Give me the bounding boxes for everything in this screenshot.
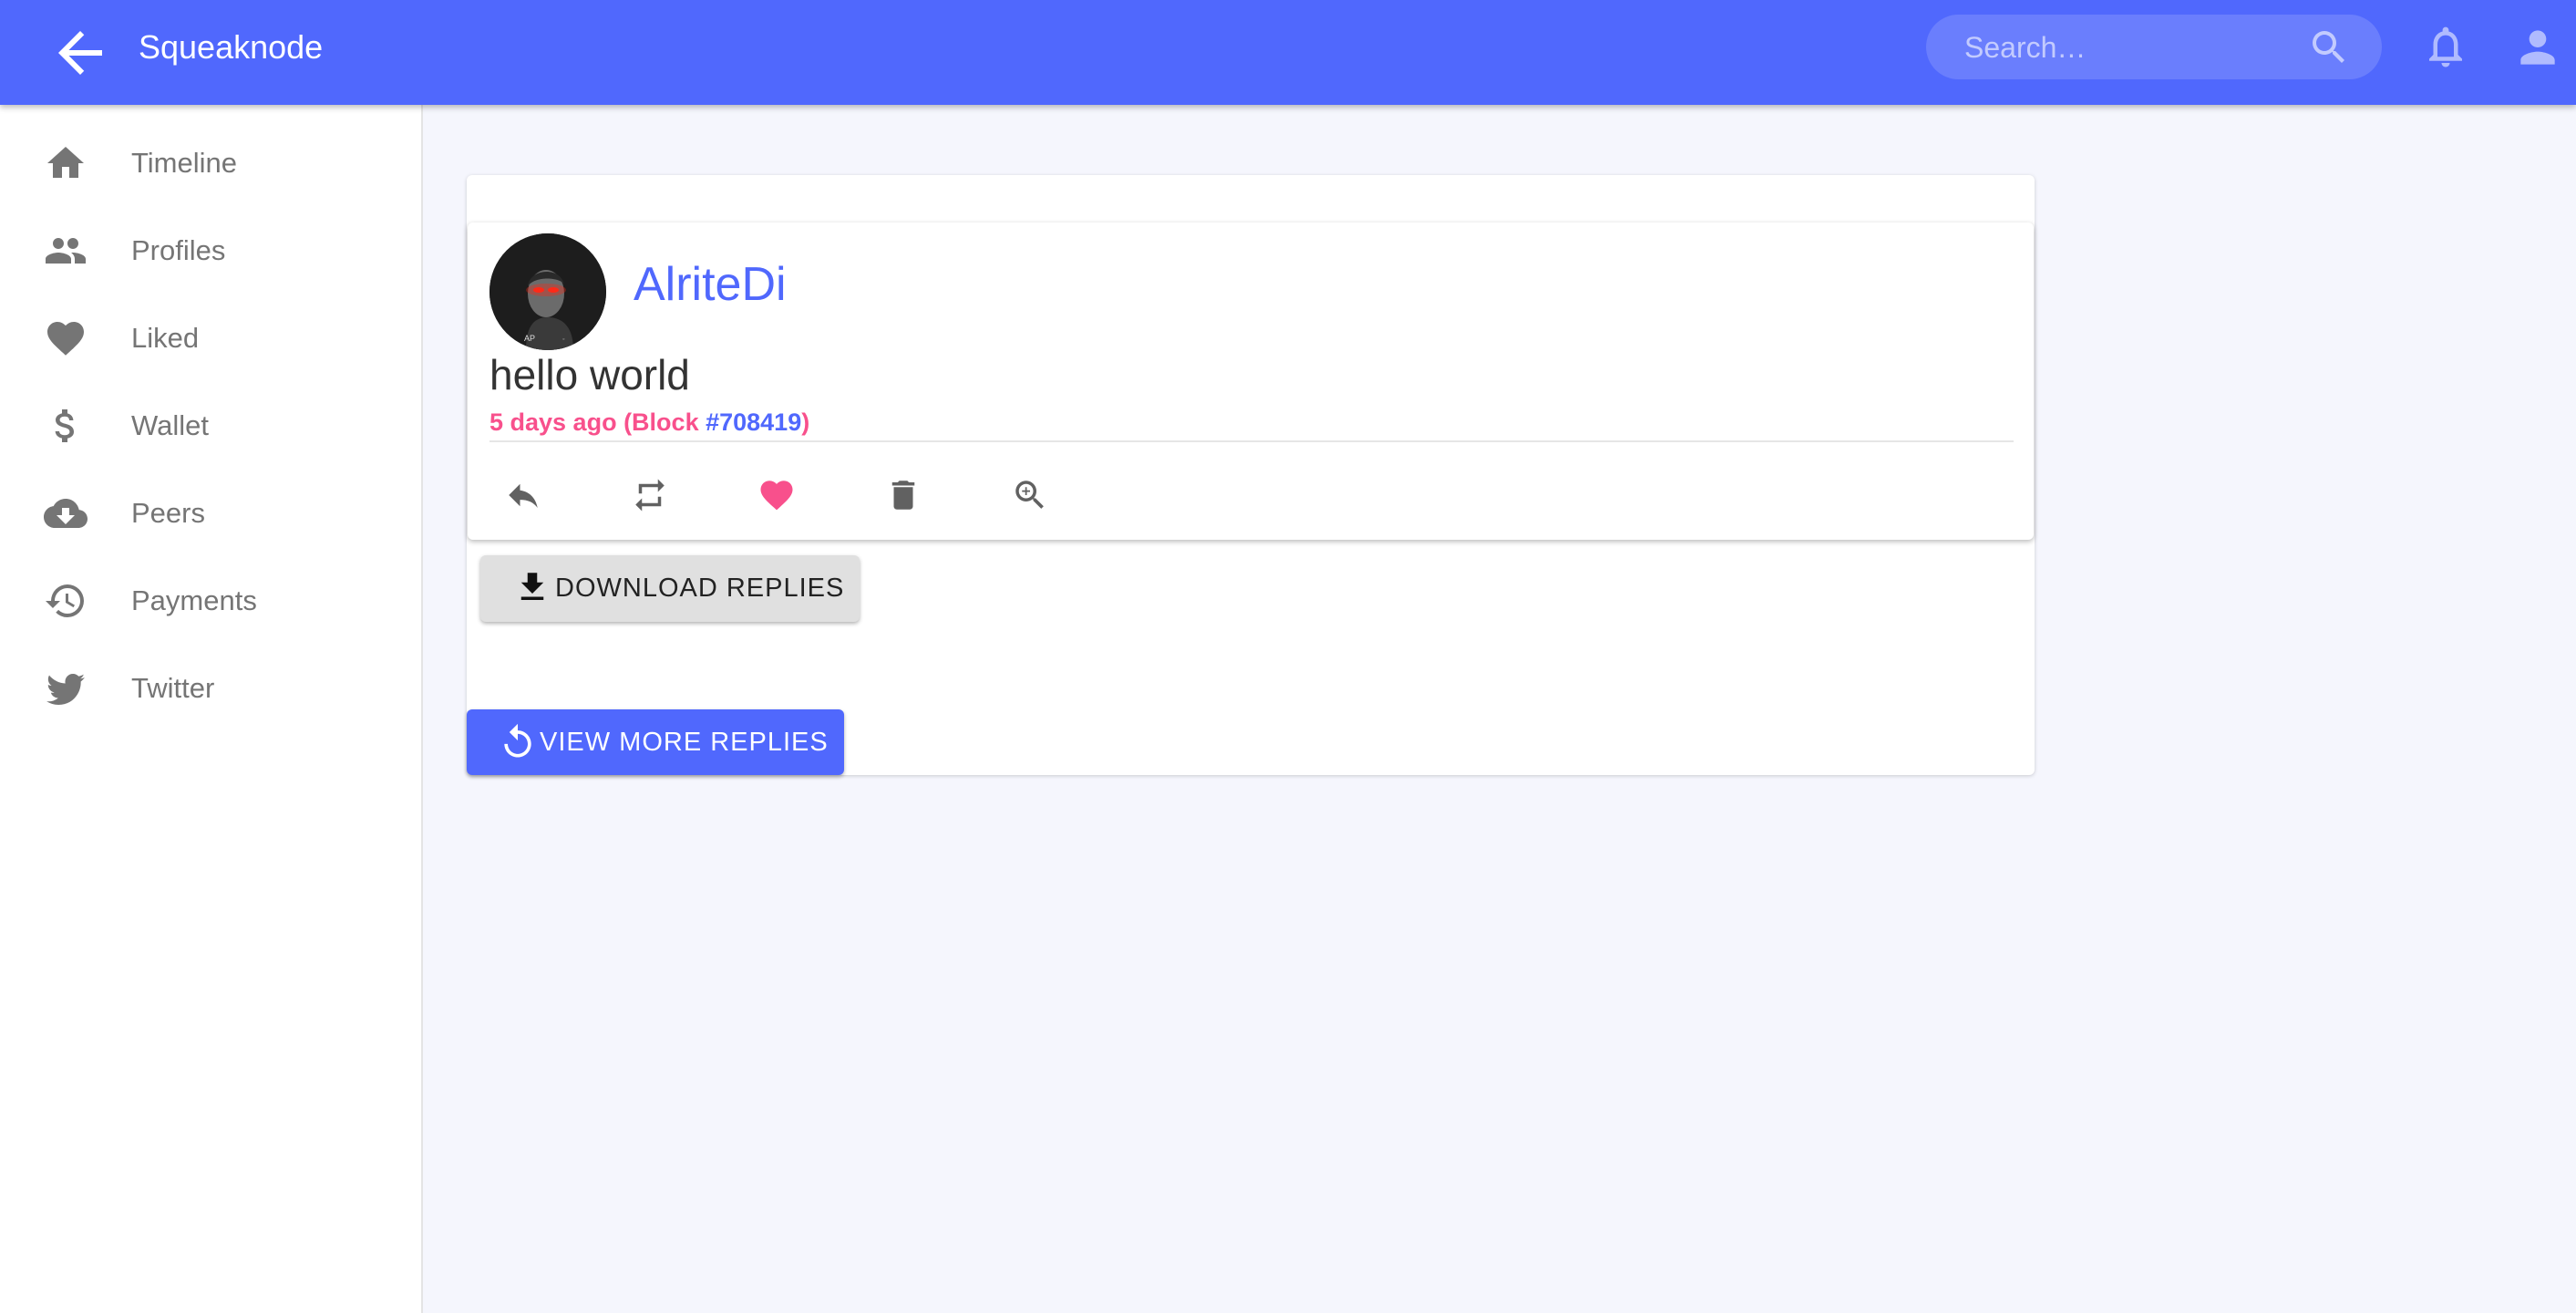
sidebar-item-label: Timeline [131,147,237,179]
download-replies-button[interactable]: DOWNLOAD REPLIES [480,555,860,622]
refresh-icon [504,723,531,758]
sidebar-item-label: Twitter [131,672,215,704]
search-icon[interactable] [2307,26,2351,69]
squeak-content: hello world [489,351,690,398]
sidebar-item-label: Profiles [131,234,226,266]
time-ago: 5 days ago (Block [489,408,706,436]
like-button[interactable] [743,461,809,527]
account-icon[interactable] [2512,22,2563,73]
dollar-icon [55,409,74,442]
resqueak-button[interactable] [616,461,682,527]
squeak-timestamp: 5 days ago (Block #708419) [489,408,809,437]
arrow-back-icon [58,31,102,75]
svg-text:AP: AP [524,334,535,343]
search-input[interactable] [1963,15,2294,81]
reply-button[interactable] [489,461,555,527]
sidebar-item-label: Peers [131,497,205,529]
cloud-download-icon [44,499,88,528]
trash-icon [891,481,915,510]
sidebar-item-label: Liked [131,322,200,354]
avatar[interactable]: AP ◦ [489,233,606,350]
divider [489,440,2014,442]
reply-icon [509,483,538,508]
zoom-in-icon [1015,481,1044,509]
heart-icon [47,322,84,356]
squeak-card: AP ◦ AlriteDi hello world 5 days ago (Bl… [468,222,2034,540]
history-icon [46,584,84,617]
heart-icon [760,481,793,511]
app-title: Squeaknode [139,28,324,66]
view-more-replies-button[interactable]: VIEW MORE REPLIES [467,709,844,775]
back-button[interactable] [47,20,113,86]
sidebar: Timeline Profiles Liked Wallet Peers Pay… [0,105,423,1313]
sidebar-item-timeline[interactable]: Timeline [0,121,421,209]
sidebar-item-twitter[interactable]: Twitter [0,646,421,734]
sidebar-item-payments[interactable]: Payments [0,559,421,646]
time-suffix: ) [801,408,810,436]
view-details-button[interactable] [996,461,1062,527]
sidebar-item-wallet[interactable]: Wallet [0,384,421,471]
sidebar-item-label: Wallet [131,409,209,441]
sidebar-item-label: Payments [131,584,257,616]
search-box [1926,15,2382,81]
view-more-replies-label: VIEW MORE REPLIES [540,728,829,757]
svg-text:◦: ◦ [562,336,564,343]
sidebar-item-liked[interactable]: Liked [0,296,421,384]
sidebar-item-peers[interactable]: Peers [0,471,421,559]
avatar-image: AP ◦ [489,233,606,350]
sidebar-item-profiles[interactable]: Profiles [0,209,421,296]
people-icon [46,238,86,264]
home-icon [47,147,84,178]
app-bar: Squeaknode [0,0,2576,105]
download-replies-label: DOWNLOAD REPLIES [555,574,845,603]
download-icon [520,573,544,600]
delete-button[interactable] [870,461,935,527]
block-link[interactable]: #708419 [706,408,801,436]
bell-icon[interactable] [2421,22,2470,71]
repeat-icon [635,479,665,512]
author-name[interactable]: AlriteDi [634,257,787,312]
twitter-icon [46,674,85,705]
